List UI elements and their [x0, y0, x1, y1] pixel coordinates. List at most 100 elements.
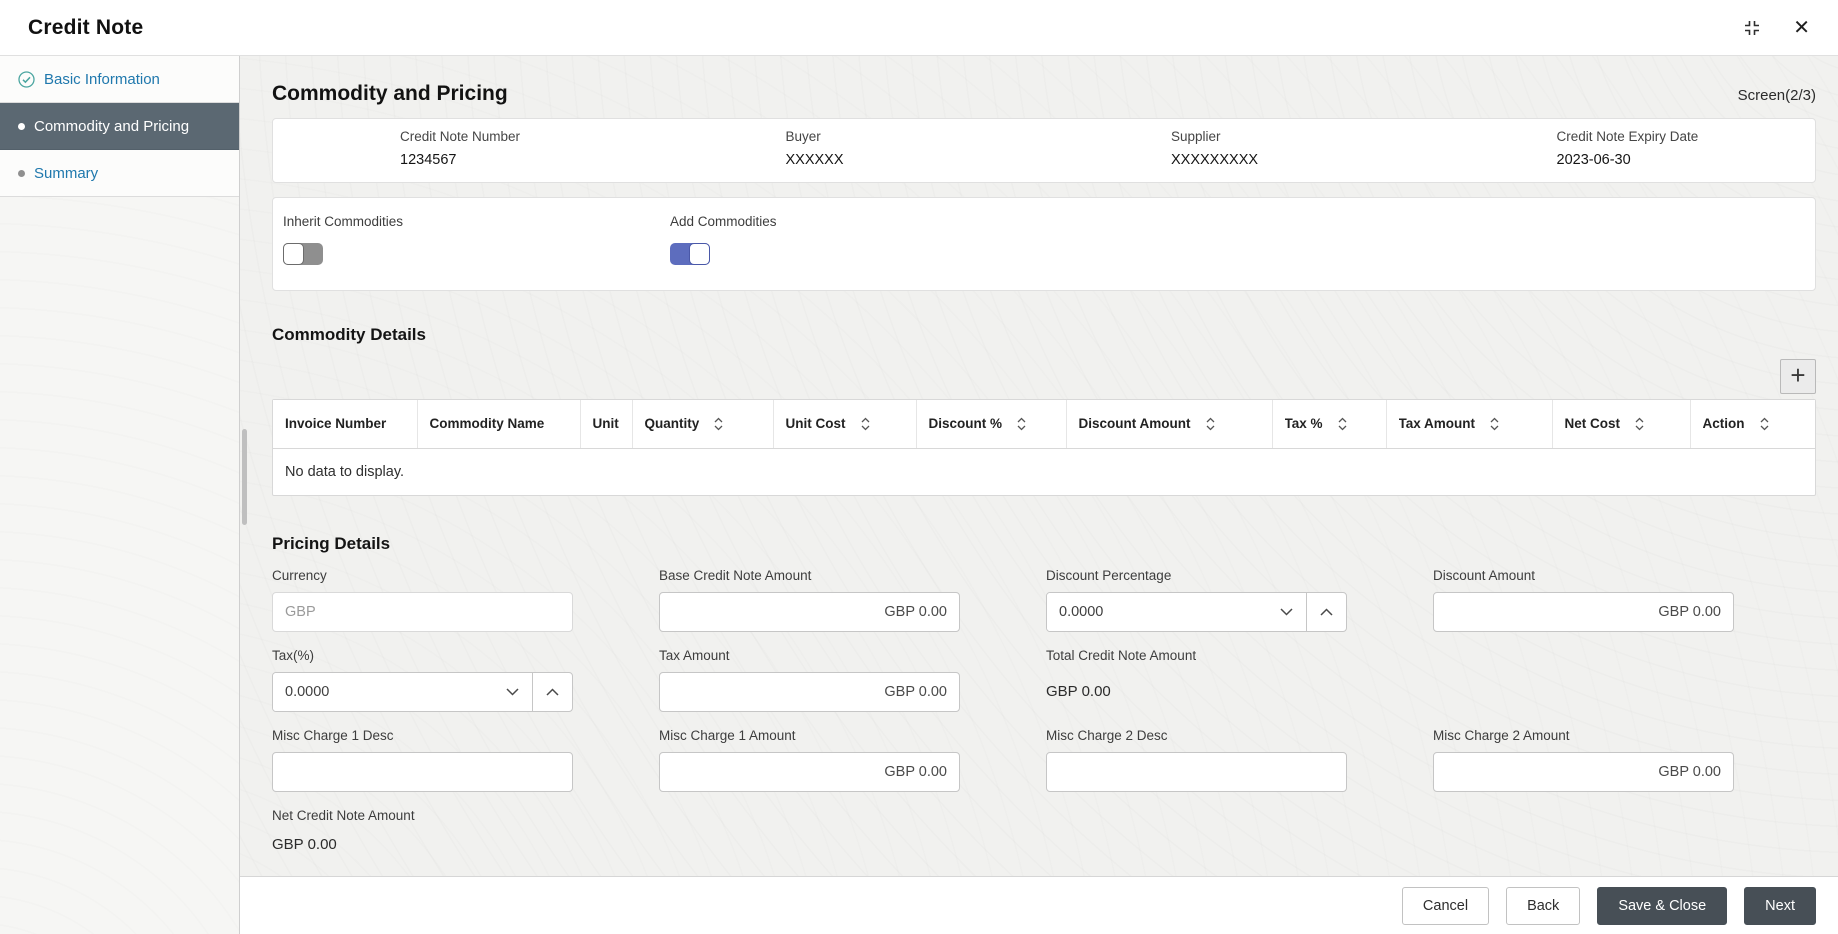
- step-label: Summary: [34, 165, 98, 182]
- net-credit-note-amount-field: Net Credit Note Amount GBP 0.00: [272, 808, 573, 853]
- add-commodity-button[interactable]: +: [1780, 359, 1816, 394]
- tax-amount-input[interactable]: [659, 672, 960, 712]
- column-header-discount-percent[interactable]: Discount %: [916, 400, 1066, 448]
- chevron-up-icon[interactable]: [1306, 593, 1346, 631]
- sort-icon[interactable]: [1016, 417, 1027, 431]
- tax-amount-field: Tax Amount: [659, 648, 960, 712]
- summary-buyer: Buyer XXXXXX: [659, 129, 1045, 169]
- window-controls: ✕: [1743, 18, 1810, 38]
- add-commodities-toggle[interactable]: [670, 243, 710, 265]
- back-button[interactable]: Back: [1506, 887, 1580, 925]
- misc-charge-2-desc-input[interactable]: [1046, 752, 1347, 792]
- column-header-tax-amount[interactable]: Tax Amount: [1386, 400, 1552, 448]
- tax-percent-input[interactable]: [272, 672, 573, 712]
- summary-supplier: Supplier XXXXXXXXX: [1044, 129, 1430, 169]
- base-credit-note-amount-input[interactable]: [659, 592, 960, 632]
- field-value: XXXXXX: [786, 152, 1045, 169]
- sort-icon[interactable]: [1489, 417, 1500, 431]
- commodity-table-toolbar: +: [272, 359, 1816, 394]
- bullet-icon: [18, 123, 25, 130]
- misc-charge-2-amount-field: Misc Charge 2 Amount: [1433, 728, 1734, 792]
- field-label: Misc Charge 1 Amount: [659, 728, 960, 744]
- sort-icon[interactable]: [713, 417, 724, 431]
- column-label: Net Cost: [1565, 416, 1621, 431]
- table-empty-row: No data to display.: [273, 448, 1815, 495]
- base-credit-note-amount-field: Base Credit Note Amount: [659, 568, 960, 632]
- restore-window-icon[interactable]: [1743, 19, 1761, 37]
- sort-icon[interactable]: [1337, 417, 1348, 431]
- misc-charge-1-amount-field: Misc Charge 1 Amount: [659, 728, 960, 792]
- field-label: Misc Charge 1 Desc: [272, 728, 573, 744]
- column-header-action[interactable]: Action: [1690, 400, 1815, 448]
- step-label: Commodity and Pricing: [34, 118, 189, 135]
- field-label: Discount Percentage: [1046, 568, 1347, 584]
- currency-input: [272, 592, 573, 632]
- field-label: Add Commodities: [670, 214, 971, 230]
- field-value: 2023-06-30: [1557, 152, 1816, 169]
- sort-icon[interactable]: [1759, 417, 1770, 431]
- sort-icon[interactable]: [1205, 417, 1216, 431]
- field-label: Credit Note Number: [400, 129, 659, 145]
- screen-header: Commodity and Pricing Screen(2/3): [272, 56, 1816, 118]
- column-header-invoice-number[interactable]: Invoice Number: [273, 400, 417, 448]
- column-label: Commodity Name: [430, 416, 545, 431]
- tax-percent-field: Tax(%): [272, 648, 573, 712]
- column-header-commodity-name[interactable]: Commodity Name: [417, 400, 580, 448]
- sort-icon[interactable]: [860, 417, 871, 431]
- content-scroll-area: Commodity and Pricing Screen(2/3) Credit…: [240, 56, 1838, 876]
- summary-expiry-date: Credit Note Expiry Date 2023-06-30: [1430, 129, 1816, 169]
- action-footer: Cancel Back Save & Close Next: [240, 876, 1838, 934]
- column-header-tax-percent[interactable]: Tax %: [1272, 400, 1386, 448]
- screen-indicator: Screen(2/3): [1738, 87, 1816, 104]
- credit-note-window: Credit Note ✕ Basic Information: [0, 0, 1838, 934]
- field-label: Currency: [272, 568, 573, 584]
- misc-charge-1-desc-field: Misc Charge 1 Desc: [272, 728, 573, 792]
- step-summary[interactable]: Summary: [0, 150, 239, 197]
- misc-charge-1-amount-input[interactable]: [659, 752, 960, 792]
- discount-amount-input[interactable]: [1433, 592, 1734, 632]
- column-header-discount-amount[interactable]: Discount Amount: [1066, 400, 1272, 448]
- next-button[interactable]: Next: [1744, 887, 1816, 925]
- chevron-down-icon[interactable]: [1266, 593, 1306, 631]
- tax-percent-value[interactable]: [273, 673, 492, 711]
- column-header-unit[interactable]: Unit: [580, 400, 632, 448]
- discount-percentage-input[interactable]: [1046, 592, 1347, 632]
- discount-amount-field: Discount Amount: [1433, 568, 1734, 632]
- pricing-details-title: Pricing Details: [272, 534, 1816, 554]
- toggle-knob: [689, 243, 710, 265]
- column-header-unit-cost[interactable]: Unit Cost: [773, 400, 916, 448]
- chevron-up-icon[interactable]: [532, 673, 572, 711]
- misc-charge-1-desc-input[interactable]: [272, 752, 573, 792]
- cancel-button[interactable]: Cancel: [1402, 887, 1489, 925]
- chevron-down-icon[interactable]: [492, 673, 532, 711]
- window-header: Credit Note ✕: [0, 0, 1838, 56]
- misc-charge-2-desc-field: Misc Charge 2 Desc: [1046, 728, 1347, 792]
- total-credit-note-amount-field: Total Credit Note Amount GBP 0.00: [1046, 648, 1347, 712]
- column-label: Unit: [593, 416, 619, 431]
- column-label: Unit Cost: [786, 416, 846, 431]
- commodity-toggles-card: Inherit Commodities Add Commodities: [272, 197, 1816, 291]
- field-label: Credit Note Expiry Date: [1557, 129, 1816, 145]
- inherit-commodities-toggle[interactable]: [283, 243, 323, 265]
- column-header-net-cost[interactable]: Net Cost: [1552, 400, 1690, 448]
- field-label: Supplier: [1171, 129, 1430, 145]
- net-credit-note-amount-value: GBP 0.00: [272, 836, 573, 853]
- discount-percentage-value[interactable]: [1047, 593, 1266, 631]
- column-label: Tax Amount: [1399, 416, 1476, 431]
- check-circle-icon: [18, 71, 35, 88]
- misc-charge-2-amount-input[interactable]: [1433, 752, 1734, 792]
- step-commodity-and-pricing[interactable]: Commodity and Pricing: [0, 103, 239, 150]
- step-basic-information[interactable]: Basic Information: [0, 56, 239, 103]
- field-label: Buyer: [786, 129, 1045, 145]
- save-and-close-button[interactable]: Save & Close: [1597, 887, 1727, 925]
- credit-note-summary-card: Credit Note Number 1234567 Buyer XXXXXX …: [272, 118, 1816, 183]
- total-credit-note-amount-value: GBP 0.00: [1046, 672, 1347, 712]
- vertical-scrollbar-thumb[interactable]: [242, 429, 247, 525]
- close-icon[interactable]: ✕: [1793, 18, 1810, 38]
- wizard-steps-sidebar: Basic Information Commodity and Pricing …: [0, 56, 240, 934]
- column-header-quantity[interactable]: Quantity: [632, 400, 773, 448]
- table-header-row: Invoice Number Commodity Name Unit Quant…: [273, 400, 1815, 448]
- column-label: Action: [1703, 416, 1745, 431]
- field-label: Total Credit Note Amount: [1046, 648, 1347, 664]
- sort-icon[interactable]: [1634, 417, 1645, 431]
